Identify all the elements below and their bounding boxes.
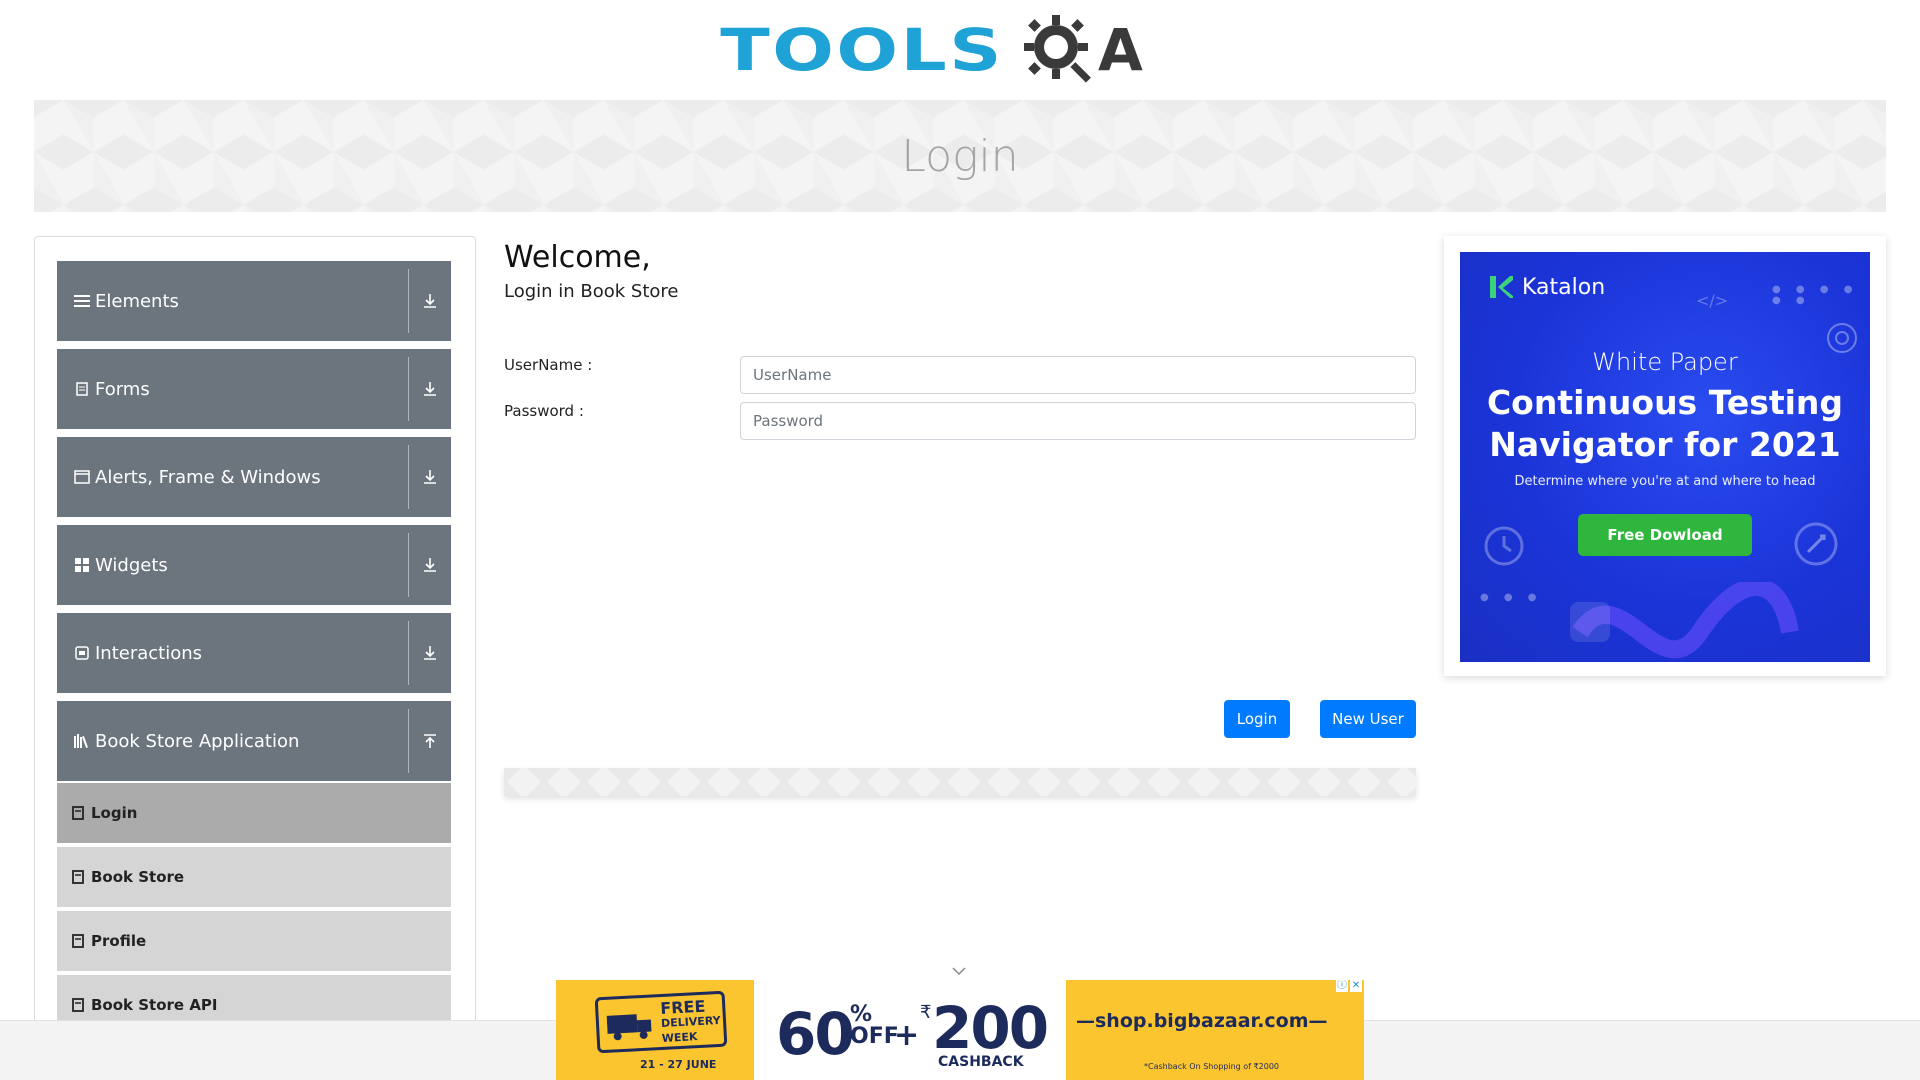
- page-banner: Login: [34, 100, 1886, 212]
- sidebar-item-profile[interactable]: Profile: [57, 911, 451, 973]
- ad-percent-off: % OFF: [850, 1004, 899, 1048]
- password-input[interactable]: [740, 402, 1416, 440]
- ad-headline-line-1: Continuous Testing: [1486, 383, 1844, 422]
- login-button[interactable]: Login: [1224, 700, 1290, 738]
- sidebar-item-label: Book Store: [91, 868, 185, 886]
- page-title: Login: [901, 130, 1019, 182]
- toolsqa-logo[interactable]: TOOLS A: [720, 10, 1143, 90]
- interactions-icon: [73, 644, 91, 662]
- new-user-button[interactable]: New User: [1320, 700, 1416, 738]
- welcome-heading: Welcome,: [504, 240, 651, 275]
- sidebar-group-elements[interactable]: Elements: [57, 261, 451, 341]
- ad-close-icon[interactable]: ✕: [1350, 980, 1362, 992]
- clock-icon: [1484, 526, 1524, 566]
- sidebar-group-label: Forms: [95, 378, 150, 400]
- ad-headline: Continuous Testing Navigator for 2021: [1460, 382, 1870, 466]
- widgets-icon: [73, 556, 91, 574]
- katalon-ad[interactable]: ● ● ● ● ● ● ● ● ● Katalon </> White Pape…: [1444, 236, 1886, 676]
- logo-tools-text: TOOLS: [720, 16, 1004, 84]
- window-icon: [73, 468, 91, 486]
- hamburger-icon: [73, 292, 91, 310]
- katalon-brand: Katalon: [1488, 274, 1605, 300]
- chevron-down-icon[interactable]: [950, 964, 968, 978]
- expand-down-icon[interactable]: [409, 469, 451, 485]
- form-icon: [73, 380, 91, 398]
- ad-dates: 21 - 27 JUNE: [640, 1058, 717, 1071]
- sidebar-group-forms[interactable]: Forms: [57, 349, 451, 429]
- book-icon: [72, 870, 84, 884]
- code-icon: </>: [1696, 291, 1728, 310]
- sidebar: Elements Forms Alerts, Frame & Windows W…: [34, 236, 476, 1036]
- ad-cashback: CASHBACK: [938, 1054, 1024, 1070]
- sidebar-group-book-store-application[interactable]: Book Store Application: [57, 701, 451, 781]
- decorative-dots: ● ● ● ● ● ●: [1772, 284, 1859, 306]
- ad-rupee: ₹: [920, 1002, 932, 1023]
- expand-down-icon[interactable]: [409, 645, 451, 661]
- ad-choices[interactable]: ⓘ ✕: [1336, 980, 1362, 992]
- collapse-up-icon[interactable]: [409, 733, 451, 749]
- free-delivery-badge: FREE DELIVERY WEEK: [594, 990, 728, 1054]
- sidebar-group-widgets[interactable]: Widgets: [57, 525, 451, 605]
- ad-amount: 200: [932, 994, 1049, 1062]
- sidebar-group-label: Elements: [95, 290, 179, 312]
- book-icon: [72, 998, 84, 1012]
- ad-sixty: 60: [776, 1000, 855, 1068]
- katalon-ad-banner[interactable]: ● ● ● ● ● ● ● ● ● Katalon </> White Pape…: [1460, 252, 1870, 662]
- username-input[interactable]: [740, 356, 1416, 394]
- infinity-graphic: [1570, 582, 1799, 659]
- sidebar-item-label: Profile: [91, 932, 147, 950]
- password-row: Password :: [504, 402, 1416, 440]
- ad-plus: +: [894, 1018, 920, 1053]
- bigbazaar-ad[interactable]: FREE DELIVERY WEEK 21 - 27 JUNE 60 % OFF + …: [556, 980, 1364, 1080]
- ad-info-icon[interactable]: ⓘ: [1336, 980, 1348, 992]
- rocket-icon: [1794, 522, 1838, 566]
- expand-down-icon[interactable]: [409, 293, 451, 309]
- ad-offer: 60 % OFF + ₹ 200 CASHBACK: [754, 980, 1066, 1080]
- login-panel: Welcome, Login in Book Store UserName : …: [504, 236, 1416, 738]
- ad-white-paper: White Paper: [1592, 348, 1738, 376]
- gear-magnifier-icon: [1024, 15, 1091, 83]
- sidebar-group-label: Book Store Application: [95, 730, 300, 752]
- sidebar-group-alerts[interactable]: Alerts, Frame & Windows: [57, 437, 451, 517]
- username-row: UserName :: [504, 356, 1416, 394]
- decorative-dots: ● ● ●: [1480, 592, 1543, 603]
- ad-note: *Cashback On Shopping of ₹2000: [1144, 1062, 1280, 1071]
- free-download-button[interactable]: Free Dowload: [1578, 514, 1752, 556]
- decorative-strip: [504, 768, 1416, 796]
- logo-a-text: A: [1098, 16, 1143, 84]
- book-icon: [72, 934, 84, 948]
- svg-text:</>: </>: [1696, 291, 1728, 310]
- truck-icon: [606, 1014, 652, 1041]
- sidebar-group-label: Widgets: [95, 554, 168, 576]
- free-delivery-text: FREE DELIVERY WEEK: [659, 996, 721, 1045]
- ad-headline-line-2: Navigator for 2021: [1489, 425, 1841, 464]
- expand-down-icon[interactable]: [409, 381, 451, 397]
- sidebar-group-label: Alerts, Frame & Windows: [95, 466, 321, 488]
- sidebar-group-label: Interactions: [95, 642, 203, 664]
- password-label: Password :: [504, 402, 584, 420]
- sidebar-item-book-store[interactable]: Book Store: [57, 847, 451, 909]
- sidebar-item-label: Login: [91, 804, 138, 822]
- ad-off: OFF: [850, 1024, 899, 1049]
- sidebar-item-label: Book Store API: [91, 996, 218, 1014]
- login-subtitle: Login in Book Store: [504, 281, 679, 302]
- site-header: TOOLS A: [0, 0, 1920, 100]
- sidebar-item-login[interactable]: Login: [57, 783, 451, 845]
- ad-shop-url: —shop.bigbazaar.com—: [1076, 1010, 1328, 1032]
- book-icon: [72, 806, 84, 820]
- logo-qa-mark: A: [1022, 13, 1143, 87]
- username-label: UserName :: [504, 356, 593, 374]
- books-icon: [73, 732, 91, 750]
- expand-down-icon[interactable]: [409, 557, 451, 573]
- katalon-brand-name: Katalon: [1522, 274, 1606, 300]
- ad-description: Determine where you're at and where to h…: [1514, 474, 1816, 489]
- katalon-logo-icon: [1490, 276, 1513, 298]
- sidebar-group-interactions[interactable]: Interactions: [57, 613, 451, 693]
